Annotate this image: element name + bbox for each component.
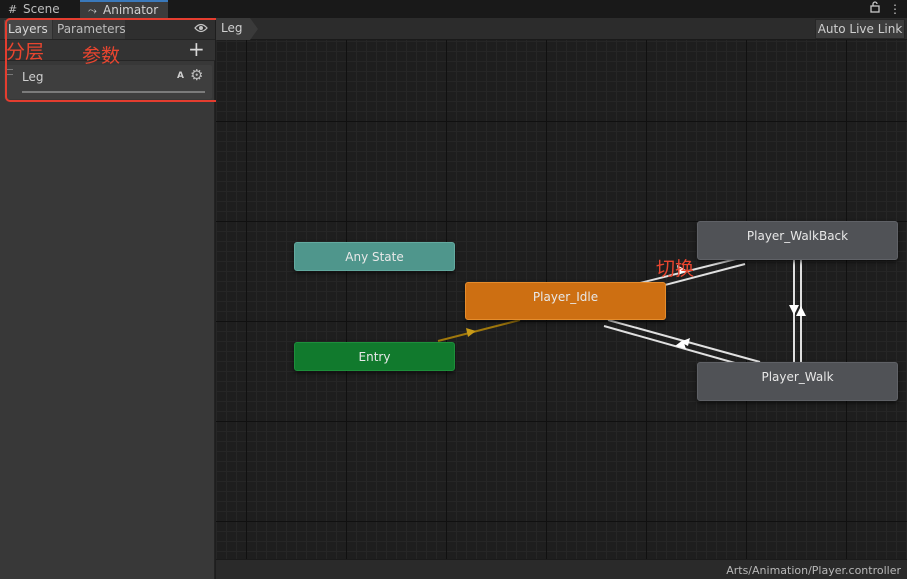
status-bar: Arts/Animation/Player.controller bbox=[216, 559, 907, 579]
state-entry[interactable]: Entry bbox=[294, 342, 455, 371]
transition-links bbox=[437, 257, 806, 366]
state-any-state[interactable]: Any State bbox=[294, 242, 455, 271]
state-label: Player_Walk bbox=[761, 370, 834, 384]
transition-walk-idle bbox=[603, 325, 743, 366]
state-player-idle[interactable]: Player_Idle bbox=[465, 282, 666, 320]
state-player-walk[interactable]: Player_Walk bbox=[697, 362, 898, 401]
annotation-transition: 切换 bbox=[656, 258, 695, 280]
controller-path: Arts/Animation/Player.controller bbox=[726, 564, 901, 577]
state-label: Entry bbox=[358, 350, 391, 364]
state-label: Player_WalkBack bbox=[746, 229, 849, 243]
state-label: Player_Idle bbox=[532, 290, 599, 304]
state-player-walkback[interactable]: Player_WalkBack bbox=[697, 221, 898, 260]
transition-entry-idle bbox=[437, 319, 521, 342]
state-label: Any State bbox=[345, 250, 404, 264]
